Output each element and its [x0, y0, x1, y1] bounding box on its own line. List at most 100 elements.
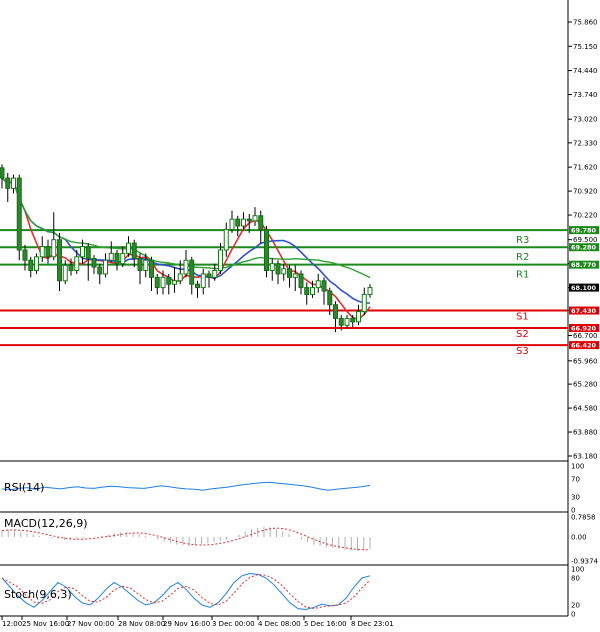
candle-bear — [235, 218, 241, 227]
stoch-panel: 10080 200 — [1, 566, 584, 619]
candle-bear — [304, 287, 310, 295]
candle-bear — [189, 259, 195, 285]
candle-bull — [269, 263, 275, 271]
candle-bull — [177, 273, 183, 282]
candle-bull — [183, 259, 189, 275]
candle-bull — [160, 276, 166, 289]
time-tick-label: 29 Nov 16:00 — [163, 620, 210, 628]
time-tick-label: 28 Nov 08:00 — [118, 620, 165, 628]
level-price-label: 66.920 — [571, 324, 597, 332]
candle-bear — [298, 273, 304, 289]
candle-bear — [16, 177, 22, 251]
price-tick-label: 75.150 — [573, 43, 598, 51]
candle-bull — [34, 256, 39, 271]
stoch-label: Stoch(9,6,3) — [4, 588, 72, 601]
candle-bear — [114, 252, 120, 265]
stoch-tick-label: 20 — [571, 602, 580, 610]
candle-bull — [241, 218, 246, 227]
candle-bull — [356, 311, 361, 323]
price-tick-label: 63.180 — [573, 453, 598, 461]
macd-signal-line — [1, 527, 370, 551]
candle-bear — [154, 276, 160, 289]
level-price-label: 67.430 — [571, 307, 597, 315]
price-tick-label: 63.880 — [573, 429, 598, 437]
candle-bull — [212, 269, 218, 278]
candle-bull — [310, 287, 315, 295]
candle-bear — [264, 228, 269, 271]
candle-bear — [333, 304, 338, 319]
candle-bear — [206, 273, 212, 278]
macd-tick-label: 0.00 — [571, 534, 587, 542]
price-tick-label: 65.960 — [573, 357, 598, 365]
candle-bear — [137, 258, 143, 271]
price-tick-label: 70.220 — [573, 212, 598, 220]
rsi-tick-label: 30 — [571, 493, 580, 501]
price-tick-label: 73.740 — [573, 91, 598, 99]
price-labels: 69.780 69.280 68.770 67.430 66.920 66.420 68.1… — [569, 226, 599, 350]
candlesticks — [0, 164, 373, 333]
candle-bull — [361, 293, 367, 313]
candle-bear — [275, 263, 281, 275]
time-tick-label: 12:00 — [2, 620, 22, 628]
candle-bear — [22, 249, 28, 261]
candle-bull — [200, 273, 206, 289]
price-tick-label: 71.620 — [573, 164, 598, 172]
trading-chart: 75.860 75.150 74.440 73.740 73.020 72.330 71.6… — [0, 0, 599, 628]
candle-bear — [338, 317, 344, 326]
level-name-s1: S1 — [516, 312, 529, 323]
level-price-label: 66.420 — [571, 342, 597, 350]
level-name-s3: S3 — [516, 346, 529, 357]
macd-tick-label: -0.9374 — [571, 557, 599, 565]
rsi-tick-label: 70 — [571, 476, 580, 484]
time-tick-label: 3 Dec 00:00 — [212, 620, 255, 628]
candle-bull — [172, 280, 177, 285]
candle-bull — [62, 264, 68, 282]
candle-bull — [344, 317, 350, 326]
rsi-line — [1, 481, 371, 491]
candle-bull — [74, 256, 80, 271]
time-tick-label: 4 Dec 08:00 — [258, 620, 301, 628]
price-tick-label: 73.020 — [573, 116, 598, 124]
candle-bull — [367, 287, 373, 295]
candle-bear — [0, 167, 5, 179]
candle-bear — [131, 242, 137, 260]
support-resistance-lines: R3 R2 R1 S1 S2 S3 — [0, 229, 568, 357]
candle-bear — [258, 215, 264, 230]
rsi-label: RSI(14) — [4, 481, 44, 494]
candle-bull — [315, 280, 321, 289]
candle-bear — [195, 283, 200, 289]
candle-bull — [143, 259, 149, 271]
level-name-r3: R3 — [516, 235, 529, 246]
stoch-tick-label: 80 — [571, 575, 580, 583]
candle-bull — [80, 246, 85, 258]
price-tick-label: 75.860 — [573, 19, 598, 27]
candle-bear — [97, 266, 103, 275]
level-name-s2: S2 — [516, 329, 529, 340]
rsi-tick-label: 100 — [571, 463, 584, 471]
candle-bull — [252, 215, 258, 222]
macd-panel: 0.7858 0.00 -0.9374 — [1, 514, 599, 565]
price-axis: 75.860 75.150 74.440 73.740 73.020 72.330 71.6… — [568, 19, 598, 461]
time-axis: 12:00 25 Nov 16:0027 Nov 00:00 28 Nov 08:0… — [1, 616, 394, 628]
level-name-r2: R2 — [516, 252, 529, 263]
rsi-panel: 10070300 — [1, 463, 584, 515]
candle-bear — [246, 218, 252, 222]
price-tick-label: 66.700 — [573, 332, 598, 340]
candle-bear — [166, 276, 172, 285]
candle-bull — [229, 218, 235, 230]
stoch-tick-label: 100 — [571, 566, 584, 574]
candle-bull — [103, 259, 108, 275]
candle-bull — [120, 252, 126, 265]
level-price-label: 69.280 — [571, 244, 597, 252]
candle-bear — [149, 259, 154, 278]
candle-bear — [68, 264, 74, 271]
level-name-r1: R1 — [516, 270, 529, 281]
candle-bear — [287, 268, 292, 278]
candle-bear — [5, 177, 11, 189]
candle-bear — [45, 246, 51, 258]
candle-bear — [321, 280, 327, 292]
candle-bear — [28, 259, 34, 271]
time-tick-label: 8 Dec 23:01 — [351, 620, 394, 628]
candle-bull — [218, 249, 223, 271]
price-tick-label: 72.330 — [573, 139, 598, 147]
